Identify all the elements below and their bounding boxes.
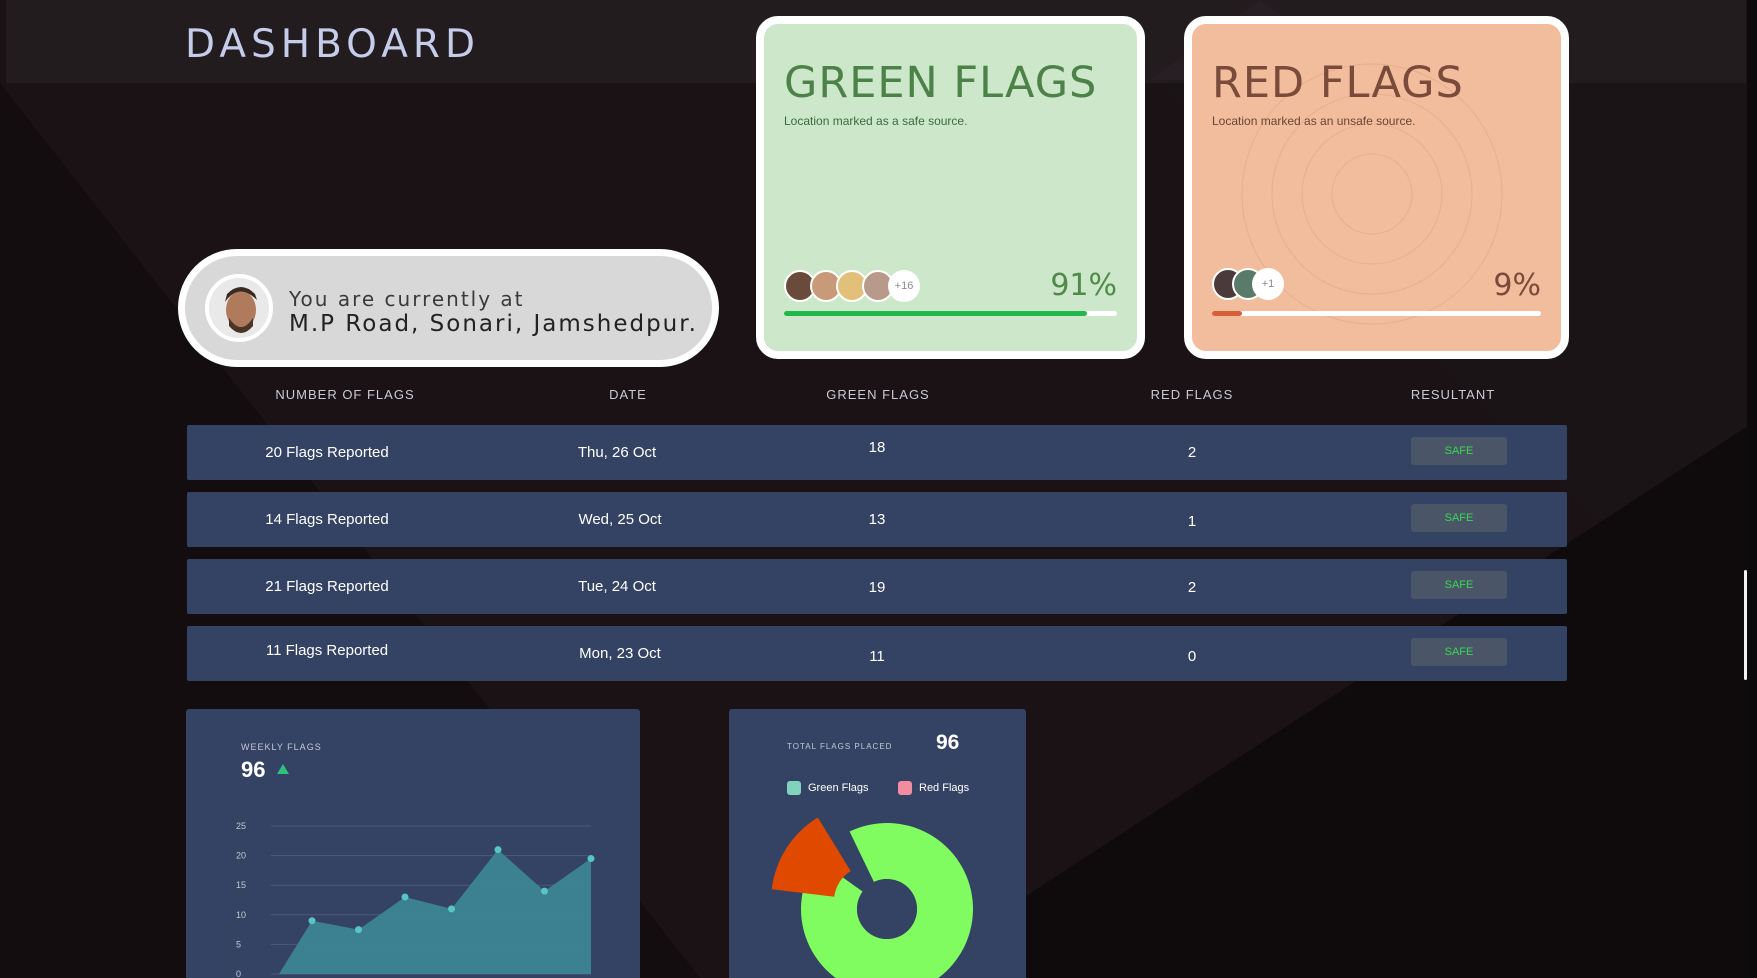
- area-series: [279, 849, 591, 974]
- y-tick-label: 0: [236, 969, 241, 978]
- cell-red: 2: [1187, 444, 1197, 461]
- y-tick-label: 15: [236, 880, 246, 890]
- safe-status-button[interactable]: SAFE: [1411, 437, 1507, 465]
- green-flags-percent: 91%: [1050, 268, 1117, 303]
- page-title: DASHBOARD: [185, 22, 480, 67]
- legend-red-label[interactable]: Red Flags: [919, 782, 969, 794]
- data-point: [355, 926, 362, 934]
- cell-flags: 21 Flags Reported: [265, 578, 389, 595]
- y-tick-label: 10: [236, 910, 246, 920]
- green-progress-track: [784, 311, 1117, 316]
- safe-status-button[interactable]: SAFE: [1411, 504, 1507, 532]
- donut-hole: [857, 879, 917, 939]
- cell-red: 0: [1187, 648, 1197, 665]
- weekly-flags-caption: WEEKLY FLAGS: [241, 742, 322, 752]
- safe-status-button[interactable]: SAFE: [1411, 638, 1507, 666]
- green-flags-card[interactable]: GREEN FLAGS Location marked as a safe so…: [756, 16, 1145, 359]
- column-header-green-flags[interactable]: GREEN FLAGS: [808, 387, 948, 402]
- cell-date: Thu, 26 Oct: [577, 444, 657, 461]
- weekly-flags-chart: 0 5 10 15 20 25: [236, 821, 595, 978]
- cell-date: Mon, 23 Oct: [579, 645, 661, 662]
- y-tick-label: 20: [236, 851, 246, 861]
- scrollbar-thumb[interactable]: [1744, 570, 1747, 680]
- cell-red: 1: [1187, 513, 1197, 530]
- total-flags-widget: TOTAL FLAGS PLACED 96 Green Flags Red Fl…: [729, 709, 1026, 978]
- data-point: [494, 846, 502, 854]
- column-header-date[interactable]: DATE: [578, 387, 678, 402]
- legend-red-swatch: [898, 781, 912, 795]
- total-flags-caption: TOTAL FLAGS PLACED: [787, 742, 893, 751]
- cell-flags: 14 Flags Reported: [265, 511, 389, 528]
- more-reporters-badge[interactable]: +16: [888, 270, 920, 302]
- data-point: [308, 917, 316, 925]
- data-point: [587, 855, 595, 863]
- red-flags-percent: 9%: [1493, 268, 1541, 303]
- red-progress-track: [1212, 311, 1541, 316]
- legend-green-label[interactable]: Green Flags: [808, 782, 869, 794]
- data-point: [401, 893, 409, 901]
- green-flags-title: GREEN FLAGS: [784, 58, 1098, 108]
- current-location-card: You are currently at M.P Road, Sonari, J…: [178, 249, 719, 367]
- location-address: M.P Road, Sonari, Jamshedpur.: [289, 311, 698, 337]
- table-row[interactable]: 14 Flags Reported Wed, 25 Oct 13 1 SAFE: [187, 492, 1567, 547]
- table-row[interactable]: 20 Flags Reported Thu, 26 Oct 18 2 SAFE: [187, 425, 1567, 480]
- red-flags-title: RED FLAGS: [1212, 58, 1464, 108]
- table-row[interactable]: 11 Flags Reported Mon, 23 Oct 11 0 SAFE: [187, 626, 1567, 681]
- table-row[interactable]: 21 Flags Reported Tue, 24 Oct 19 2 SAFE: [187, 559, 1567, 614]
- data-point: [448, 905, 455, 913]
- safe-status-button[interactable]: SAFE: [1411, 571, 1507, 599]
- green-progress-fill: [784, 311, 1088, 316]
- cell-green: 19: [868, 579, 886, 596]
- column-header-red-flags[interactable]: RED FLAGS: [1122, 387, 1262, 402]
- column-header-number-of-flags[interactable]: NUMBER OF FLAGS: [260, 387, 430, 402]
- cell-flags: 11 Flags Reported: [265, 642, 389, 659]
- total-flags-donut: [771, 817, 973, 978]
- more-reporters-badge[interactable]: +1: [1252, 268, 1284, 300]
- cell-date: Wed, 25 Oct: [578, 511, 662, 528]
- cell-flags: 20 Flags Reported: [265, 444, 389, 461]
- location-label: You are currently at: [289, 287, 525, 311]
- cell-red: 2: [1187, 579, 1197, 596]
- trend-up-icon: [277, 764, 289, 774]
- red-progress-fill: [1212, 311, 1242, 316]
- cell-green: 11: [869, 648, 885, 665]
- user-avatar[interactable]: [205, 274, 273, 342]
- cell-date: Tue, 24 Oct: [578, 578, 656, 595]
- cell-green: 18: [868, 439, 886, 456]
- green-flags-subtitle: Location marked as a safe source.: [784, 114, 968, 128]
- column-header-resultant[interactable]: RESULTANT: [1398, 387, 1508, 402]
- weekly-flags-total: 96: [241, 757, 266, 782]
- total-flags-value: 96: [936, 731, 960, 754]
- red-flags-card[interactable]: RED FLAGS Location marked as an unsafe s…: [1184, 16, 1569, 359]
- legend-green-swatch: [787, 781, 801, 795]
- data-point: [541, 887, 548, 895]
- y-tick-label: 25: [236, 821, 246, 831]
- red-flags-subtitle: Location marked as an unsafe source.: [1212, 114, 1416, 128]
- window-edge: [1747, 0, 1757, 978]
- cell-green: 13: [868, 511, 886, 528]
- y-tick-label: 5: [236, 939, 241, 949]
- weekly-flags-widget: WEEKLY FLAGS 96 0 5 10 15 20 25: [186, 709, 640, 978]
